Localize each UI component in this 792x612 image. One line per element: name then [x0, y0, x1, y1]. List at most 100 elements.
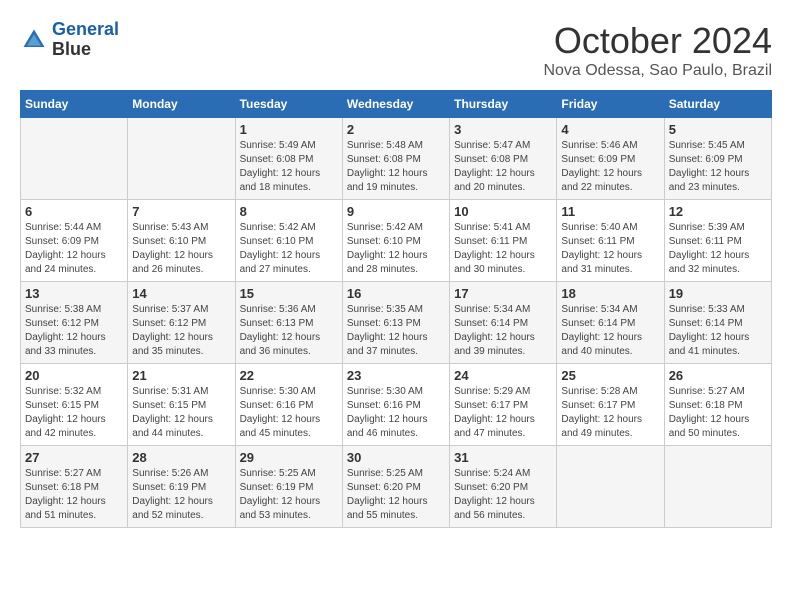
day-info: Sunrise: 5:25 AMSunset: 6:19 PMDaylight:… [240, 467, 338, 523]
day-number: 5 [669, 122, 767, 137]
day-info: Sunrise: 5:49 AMSunset: 6:08 PMDaylight:… [240, 139, 338, 195]
calendar-cell: 5 Sunrise: 5:45 AMSunset: 6:09 PMDaylight… [664, 118, 771, 200]
day-info: Sunrise: 5:39 AMSunset: 6:11 PMDaylight:… [669, 221, 767, 277]
calendar-cell: 10 Sunrise: 5:41 AMSunset: 6:11 PMDayligh… [450, 200, 557, 282]
calendar-cell: 27Sunrise: 5:27 AMSunset: 6:18 PMDayligh… [21, 446, 128, 528]
day-info: Sunrise: 5:30 AMSunset: 6:16 PMDaylight:… [347, 385, 445, 441]
weekday-header: Thursday [450, 91, 557, 118]
day-info: Sunrise: 5:25 AMSunset: 6:20 PMDaylight:… [347, 467, 445, 523]
calendar-cell: 11 Sunrise: 5:40 AMSunset: 6:11 PMDayligh… [557, 200, 664, 282]
calendar-cell: 26Sunrise: 5:27 AMSunset: 6:18 PMDayligh… [664, 364, 771, 446]
calendar-cell: 7 Sunrise: 5:43 AMSunset: 6:10 PMDaylight… [128, 200, 235, 282]
calendar-cell: 8 Sunrise: 5:42 AMSunset: 6:10 PMDaylight… [235, 200, 342, 282]
day-info: Sunrise: 5:43 AMSunset: 6:10 PMDaylight:… [132, 221, 230, 277]
day-number: 28 [132, 450, 230, 465]
day-info: Sunrise: 5:28 AMSunset: 6:17 PMDaylight:… [561, 385, 659, 441]
day-info: Sunrise: 5:42 AMSunset: 6:10 PMDaylight:… [240, 221, 338, 277]
calendar-cell: 4Sunrise: 5:46 AMSunset: 6:09 PMDaylight… [557, 118, 664, 200]
day-number: 7 [132, 204, 230, 219]
day-number: 2 [347, 122, 445, 137]
day-number: 23 [347, 368, 445, 383]
calendar-cell: 6 Sunrise: 5:44 AMSunset: 6:09 PMDaylight… [21, 200, 128, 282]
day-info: Sunrise: 5:45 AMSunset: 6:09 PMDaylight:… [669, 139, 767, 195]
calendar-cell: 2 Sunrise: 5:48 AMSunset: 6:08 PMDaylight… [342, 118, 449, 200]
calendar-cell: 29 Sunrise: 5:25 AMSunset: 6:19 PMDayligh… [235, 446, 342, 528]
day-number: 8 [240, 204, 338, 219]
day-info: Sunrise: 5:48 AMSunset: 6:08 PMDaylight:… [347, 139, 445, 195]
day-number: 6 [25, 204, 123, 219]
day-info: Sunrise: 5:42 AMSunset: 6:10 PMDaylight:… [347, 221, 445, 277]
page-header: General Blue October 2024 Nova Odessa, S… [20, 20, 772, 80]
calendar-cell: 24 Sunrise: 5:29 AMSunset: 6:17 PMDayligh… [450, 364, 557, 446]
weekday-header: Friday [557, 91, 664, 118]
day-number: 29 [240, 450, 338, 465]
day-number: 1 [240, 122, 338, 137]
weekday-header: Saturday [664, 91, 771, 118]
calendar-cell: 18 Sunrise: 5:34 AMSunset: 6:14 PMDayligh… [557, 282, 664, 364]
day-info: Sunrise: 5:32 AMSunset: 6:15 PMDaylight:… [25, 385, 123, 441]
day-info: Sunrise: 5:27 AMSunset: 6:18 PMDaylight:… [25, 467, 123, 523]
calendar-cell: 1 Sunrise: 5:49 AMSunset: 6:08 PMDaylight… [235, 118, 342, 200]
day-number: 20 [25, 368, 123, 383]
calendar-cell: 14Sunrise: 5:37 AMSunset: 6:12 PMDayligh… [128, 282, 235, 364]
day-number: 9 [347, 204, 445, 219]
day-number: 13 [25, 286, 123, 301]
day-info: Sunrise: 5:41 AMSunset: 6:11 PMDaylight:… [454, 221, 552, 277]
calendar-cell: 31Sunrise: 5:24 AMSunset: 6:20 PMDayligh… [450, 446, 557, 528]
day-number: 15 [240, 286, 338, 301]
day-number: 12 [669, 204, 767, 219]
calendar-cell [557, 446, 664, 528]
day-number: 22 [240, 368, 338, 383]
day-info: Sunrise: 5:37 AMSunset: 6:12 PMDaylight:… [132, 303, 230, 359]
calendar-cell: 25 Sunrise: 5:28 AMSunset: 6:17 PMDayligh… [557, 364, 664, 446]
day-number: 11 [561, 204, 659, 219]
day-info: Sunrise: 5:47 AMSunset: 6:08 PMDaylight:… [454, 139, 552, 195]
calendar-cell: 13 Sunrise: 5:38 AMSunset: 6:12 PMDayligh… [21, 282, 128, 364]
day-number: 19 [669, 286, 767, 301]
calendar-cell: 16 Sunrise: 5:35 AMSunset: 6:13 PMDayligh… [342, 282, 449, 364]
day-info: Sunrise: 5:34 AMSunset: 6:14 PMDaylight:… [561, 303, 659, 359]
logo-icon [20, 26, 48, 54]
day-number: 16 [347, 286, 445, 301]
day-info: Sunrise: 5:31 AMSunset: 6:15 PMDaylight:… [132, 385, 230, 441]
logo-text: General Blue [52, 20, 119, 60]
calendar-cell: 20 Sunrise: 5:32 AMSunset: 6:15 PMDayligh… [21, 364, 128, 446]
day-number: 25 [561, 368, 659, 383]
calendar-cell: 3 Sunrise: 5:47 AMSunset: 6:08 PMDaylight… [450, 118, 557, 200]
day-info: Sunrise: 5:36 AMSunset: 6:13 PMDaylight:… [240, 303, 338, 359]
day-number: 24 [454, 368, 552, 383]
logo: General Blue [20, 20, 119, 60]
calendar-cell: 22Sunrise: 5:30 AMSunset: 6:16 PMDayligh… [235, 364, 342, 446]
calendar-cell [21, 118, 128, 200]
calendar-cell: 28Sunrise: 5:26 AMSunset: 6:19 PMDayligh… [128, 446, 235, 528]
day-number: 10 [454, 204, 552, 219]
day-number: 17 [454, 286, 552, 301]
calendar-week-row: 20 Sunrise: 5:32 AMSunset: 6:15 PMDayligh… [21, 364, 772, 446]
calendar-cell: 15 Sunrise: 5:36 AMSunset: 6:13 PMDayligh… [235, 282, 342, 364]
weekday-header: Tuesday [235, 91, 342, 118]
day-info: Sunrise: 5:44 AMSunset: 6:09 PMDaylight:… [25, 221, 123, 277]
day-info: Sunrise: 5:33 AMSunset: 6:14 PMDaylight:… [669, 303, 767, 359]
calendar-cell: 19 Sunrise: 5:33 AMSunset: 6:14 PMDayligh… [664, 282, 771, 364]
day-info: Sunrise: 5:35 AMSunset: 6:13 PMDaylight:… [347, 303, 445, 359]
header-row: SundayMondayTuesdayWednesdayThursdayFrid… [21, 91, 772, 118]
calendar-table: SundayMondayTuesdayWednesdayThursdayFrid… [20, 90, 772, 528]
calendar-week-row: 1 Sunrise: 5:49 AMSunset: 6:08 PMDaylight… [21, 118, 772, 200]
day-info: Sunrise: 5:29 AMSunset: 6:17 PMDaylight:… [454, 385, 552, 441]
day-info: Sunrise: 5:34 AMSunset: 6:14 PMDaylight:… [454, 303, 552, 359]
calendar-week-row: 27Sunrise: 5:27 AMSunset: 6:18 PMDayligh… [21, 446, 772, 528]
calendar-cell: 21 Sunrise: 5:31 AMSunset: 6:15 PMDayligh… [128, 364, 235, 446]
calendar-cell: 30Sunrise: 5:25 AMSunset: 6:20 PMDayligh… [342, 446, 449, 528]
location-subtitle: Nova Odessa, Sao Paulo, Brazil [543, 62, 772, 80]
day-info: Sunrise: 5:24 AMSunset: 6:20 PMDaylight:… [454, 467, 552, 523]
day-number: 21 [132, 368, 230, 383]
day-info: Sunrise: 5:38 AMSunset: 6:12 PMDaylight:… [25, 303, 123, 359]
weekday-header: Monday [128, 91, 235, 118]
day-number: 18 [561, 286, 659, 301]
calendar-week-row: 6 Sunrise: 5:44 AMSunset: 6:09 PMDaylight… [21, 200, 772, 282]
day-info: Sunrise: 5:46 AMSunset: 6:09 PMDaylight:… [561, 139, 659, 195]
day-info: Sunrise: 5:40 AMSunset: 6:11 PMDaylight:… [561, 221, 659, 277]
weekday-header: Sunday [21, 91, 128, 118]
day-info: Sunrise: 5:27 AMSunset: 6:18 PMDaylight:… [669, 385, 767, 441]
day-number: 3 [454, 122, 552, 137]
